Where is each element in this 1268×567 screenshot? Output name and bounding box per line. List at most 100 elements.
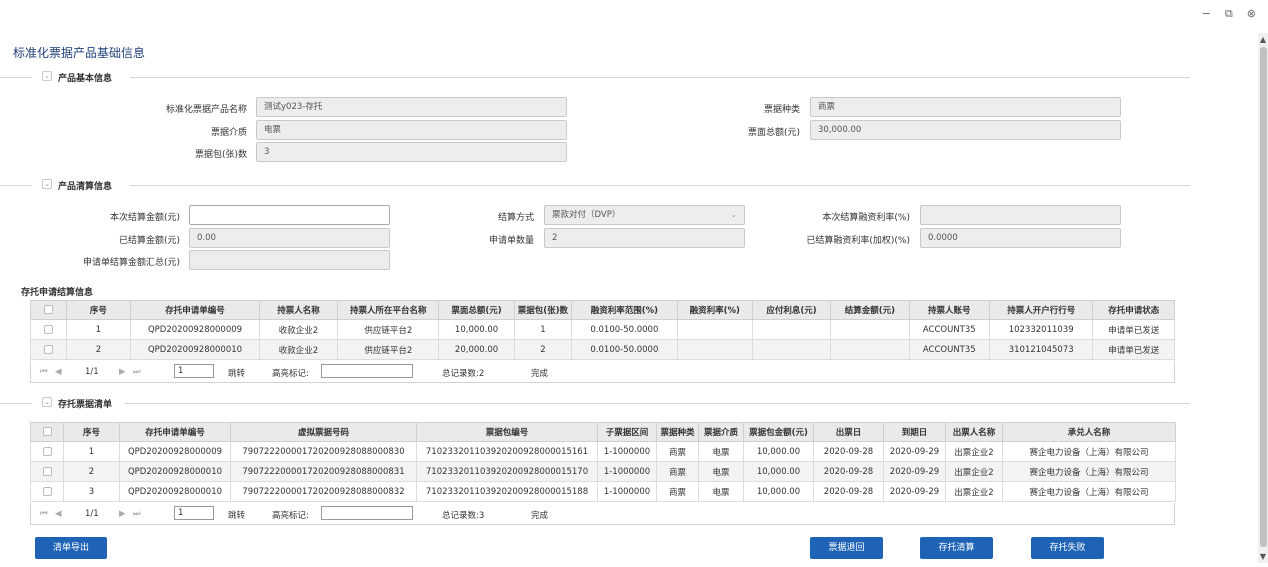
load-status: 完成 [531,369,549,379]
prev-page-icon[interactable]: ◀ [55,509,62,519]
scroll-up-icon[interactable]: ▲ [1258,35,1268,44]
column-header[interactable]: 结算金额(元) [830,300,910,320]
column-header[interactable]: 持票人开户行行号 [988,300,1094,320]
column-header[interactable]: 票据介质 [698,422,744,442]
table-cell: QPD20200928000010 [119,461,231,482]
settle-amount-input[interactable] [189,205,390,225]
table-cell: 电票 [698,441,744,462]
jump-link[interactable]: 跳转 [228,509,245,521]
table-cell: 1 [513,319,573,340]
last-page-icon[interactable]: ⏭ [133,367,141,377]
column-header[interactable]: 到期日 [883,422,946,442]
column-header[interactable]: 持票人所在平台名称 [337,300,440,320]
table-row[interactable]: 3 QPD20200928000010 7907222000017202009280… [30,481,1176,502]
column-header[interactable]: 存托申请单编号 [130,300,260,320]
section-list-header[interactable]: ⌄ 存托票据清单 [0,397,1190,410]
section-settle-header[interactable]: ⌄ 产品清算信息 [0,179,1190,192]
column-header[interactable]: 承兑人名称 [1002,422,1176,442]
column-header[interactable]: 票据包(张)数 [513,300,573,320]
column-header[interactable]: 持票人账号 [908,300,990,320]
collapse-chevron-icon[interactable]: ⌄ [42,179,52,189]
column-header[interactable]: 融资利率范围(%) [571,300,678,320]
deposit-fail-button[interactable]: 存托失败 [1031,537,1104,559]
finance-rate-label: 本次结算融资利率(%) [822,213,910,223]
table-cell: 0.0100-50.0000 [571,319,678,340]
table-row[interactable]: 1 QPD20200928000009 收款企业2 供应链平台2 10,000.00 1 0… [30,319,1175,340]
next-page-icon[interactable]: ▶ [119,367,126,377]
vertical-scrollbar[interactable]: ▲ ▼ [1258,33,1268,563]
row-checkbox[interactable] [30,441,64,462]
prev-page-icon[interactable]: ◀ [55,367,62,377]
export-list-button[interactable]: 清单导出 [35,537,107,559]
highlight-label: 高亮标记: [272,369,309,379]
highlight-input[interactable] [321,364,413,378]
select-all-checkbox[interactable] [30,300,67,320]
apply-count-field: 2 [544,228,745,248]
first-page-icon[interactable]: ⏮ [40,367,48,377]
collapse-chevron-icon[interactable]: ⌄ [42,71,52,81]
column-header[interactable]: 序号 [65,300,132,320]
table-cell: 1 [63,441,120,462]
column-header[interactable]: 票据包编号 [416,422,598,442]
table-cell [751,319,832,340]
return-bill-button[interactable]: 票据退回 [810,537,883,559]
scroll-down-icon[interactable]: ▼ [1258,552,1268,561]
restore-icon[interactable]: ⧉ [1225,7,1233,21]
table-row[interactable]: 2 QPD20200928000010 收款企业2 供应链平台2 20,000.00 2 0… [30,339,1175,360]
column-header[interactable]: 存托申请单编号 [119,422,231,442]
next-page-icon[interactable]: ▶ [119,509,126,519]
table-cell: 电票 [698,461,744,482]
column-header[interactable]: 出票人名称 [945,422,1003,442]
page-goto-input[interactable]: 1 [174,506,214,520]
column-header[interactable]: 子票据区间 [597,422,657,442]
table-cell [676,319,753,340]
table-cell: 1-1000000 [597,441,657,462]
column-header[interactable]: 存托申请状态 [1092,300,1175,320]
table-cell: 10,000.00 [438,319,515,340]
last-page-icon[interactable]: ⏭ [133,509,141,519]
section-basic-header[interactable]: ⌄ 产品基本信息 [0,71,1190,84]
row-checkbox[interactable] [30,481,64,502]
settle-method-label: 结算方式 [497,213,534,223]
column-header[interactable]: 应付利息(元) [751,300,832,320]
jump-link[interactable]: 跳转 [228,367,245,379]
select-all-checkbox[interactable] [30,422,64,442]
scrollbar-thumb[interactable] [1260,47,1267,547]
product-name-field: 测试y023-存托 [256,97,567,117]
total-records: 总记录数:2 [442,369,485,379]
settle-method-select[interactable]: 票款对付（DVP） ⌄ [544,205,745,225]
column-header[interactable]: 票据包金额(元) [743,422,814,442]
row-checkbox[interactable] [30,319,67,340]
table-row[interactable]: 2 QPD20200928000010 7907222000017202009280… [30,461,1176,482]
deposit-clear-button[interactable]: 存托清算 [920,537,993,559]
column-header[interactable]: 持票人名称 [258,300,339,320]
highlight-input[interactable] [321,506,413,520]
column-header[interactable]: 票据种类 [656,422,699,442]
table-cell: 310121045073 [988,339,1094,360]
table-cell: 2020-09-29 [883,481,946,502]
table-cell: 710233201103920200928000015170 [416,461,598,482]
total-amount-label: 票面总额(元) [747,128,800,138]
table-cell: 商票 [656,481,699,502]
table-cell: 申请单已发送 [1092,339,1175,360]
table-cell [830,339,910,360]
first-page-icon[interactable]: ⏮ [40,509,48,519]
table-cell: 供应链平台2 [337,319,440,340]
table-cell: 赛企电力设备（上海）有限公司 [1002,481,1176,502]
deposit-bill-table: 序号 存托申请单编号 虚拟票据号码 票据包编号 子票据区间 票据种类 票据介质 票据包金额(元… [30,422,1176,502]
minimize-icon[interactable]: − [1202,7,1211,21]
column-header[interactable]: 序号 [63,422,120,442]
column-header[interactable]: 票面总额(元) [438,300,515,320]
row-checkbox[interactable] [30,461,64,482]
page-indicator: 1/1 [85,509,99,519]
column-header[interactable]: 出票日 [813,422,884,442]
column-header[interactable]: 虚拟票据号码 [230,422,417,442]
close-icon[interactable]: ⊗ [1247,7,1256,21]
table-row[interactable]: 1 QPD20200928000009 7907222000017202009280… [30,441,1176,462]
column-header[interactable]: 融资利率(%) [676,300,753,320]
table-cell: QPD20200928000010 [119,481,231,502]
grid1-pager: ⏮ ◀ 1/1 ▶ ⏭ 1 跳转 高亮标记: 总记录数:2 完成 [30,361,1175,383]
page-goto-input[interactable]: 1 [174,364,214,378]
collapse-chevron-icon[interactable]: ⌄ [42,397,52,407]
row-checkbox[interactable] [30,339,67,360]
